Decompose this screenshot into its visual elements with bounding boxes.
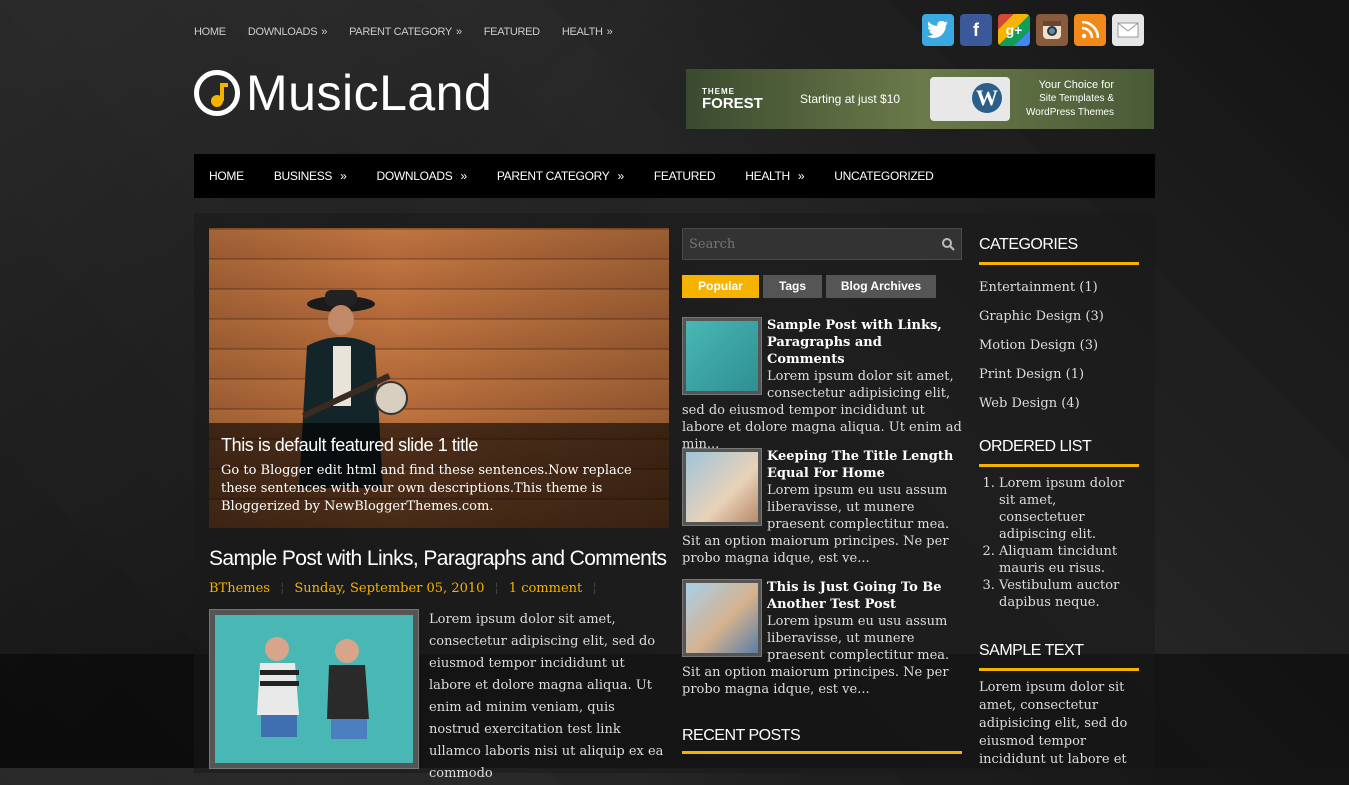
featured-slider[interactable]: This is default featured slide 1 title G…: [209, 228, 669, 528]
site-title: MusicLand: [246, 65, 493, 121]
post-excerpt: Lorem ipsum dolor sit amet, consectetur …: [429, 612, 664, 781]
list-item: Aliquam tincidunt mauris eu risus.: [999, 543, 1139, 577]
main-nav-item-home[interactable]: HOME: [209, 169, 244, 183]
post-meta: BThemes ¦ Sunday, September 05, 2010 ¦ 1…: [209, 581, 597, 596]
popular-post-item: This is Just Going To Be Another Test Po…: [682, 579, 962, 698]
top-nav-item-health[interactable]: HEALTH»: [562, 26, 613, 38]
post-thumbnail-image: [215, 615, 413, 763]
list-item: Lorem ipsum dolor sit amet, consectetuer…: [999, 475, 1139, 543]
instagram-icon[interactable]: [1036, 14, 1068, 46]
category-link[interactable]: Motion Design (3): [979, 331, 1139, 360]
search-icon[interactable]: [941, 237, 955, 251]
ordered-list-widget: ORDERED LIST Lorem ipsum dolor sit amet,…: [979, 438, 1139, 611]
banner-wordpress-graphic: W: [930, 77, 1010, 121]
main-nav-item-featured[interactable]: FEATURED: [654, 169, 716, 183]
tab-popular[interactable]: Popular: [682, 275, 759, 298]
category-link[interactable]: Print Design (1): [979, 360, 1139, 389]
category-link[interactable]: Web Design (4): [979, 389, 1139, 418]
sample-text-widget: SAMPLE TEXT Lorem ipsum dolor sit amet, …: [979, 642, 1139, 769]
post-date[interactable]: Sunday, September 05, 2010: [294, 581, 484, 596]
post-comments[interactable]: 1 comment: [509, 581, 582, 596]
banner-tagline: Starting at just $10: [800, 92, 901, 106]
rss-icon[interactable]: [1074, 14, 1106, 46]
list-item: Vestibulum auctor dapibus neque.: [999, 577, 1139, 611]
email-icon[interactable]: [1112, 14, 1144, 46]
slider-title[interactable]: This is default featured slide 1 title: [221, 435, 657, 456]
google-plus-icon[interactable]: g+: [998, 14, 1030, 46]
banner-ad[interactable]: THEME FOREST Starting at just $10 W Your …: [686, 69, 1154, 129]
post-author[interactable]: BThemes: [209, 581, 270, 596]
tab-tags[interactable]: Tags: [763, 275, 822, 298]
top-nav-item-featured[interactable]: FEATURED: [484, 26, 540, 38]
categories-widget: CATEGORIES Entertainment (1) Graphic Des…: [979, 236, 1139, 418]
banner-brand: THEME FOREST: [702, 86, 763, 112]
popular-post-thumbnail[interactable]: [682, 317, 762, 395]
banner-right-text: Your Choice for Site Templates & WordPre…: [1026, 79, 1114, 118]
recent-posts-heading: RECENT POSTS: [682, 727, 962, 754]
popular-post-item: Keeping The Title Length Equal For Home …: [682, 448, 962, 567]
popular-post-thumbnail[interactable]: [682, 448, 762, 526]
ordered-list: Lorem ipsum dolor sit amet, consectetuer…: [979, 475, 1139, 611]
slider-caption: This is default featured slide 1 title G…: [209, 423, 669, 528]
top-nav-item-parent-category[interactable]: PARENT CATEGORY»: [349, 26, 462, 38]
sample-text: Lorem ipsum dolor sit amet, consectetur …: [979, 680, 1128, 767]
main-nav-item-business[interactable]: BUSINESS»: [274, 169, 347, 183]
ordered-list-heading: ORDERED LIST: [979, 438, 1139, 467]
facebook-icon[interactable]: f: [960, 14, 992, 46]
content-panel: This is default featured slide 1 title G…: [194, 213, 1155, 781]
popular-post-thumbnail[interactable]: [682, 579, 762, 657]
search-box: [682, 228, 962, 260]
category-link[interactable]: Graphic Design (3): [979, 302, 1139, 331]
sample-text-heading: SAMPLE TEXT: [979, 642, 1139, 671]
site-logo[interactable]: MusicLand: [194, 68, 492, 118]
category-link[interactable]: Entertainment (1): [979, 273, 1139, 302]
main-nav-item-parent-category[interactable]: PARENT CATEGORY»: [497, 169, 624, 183]
top-nav-item-downloads[interactable]: DOWNLOADS»: [248, 26, 328, 38]
wordpress-icon: W: [972, 83, 1002, 113]
sidebar-tabs: Popular Tags Blog Archives: [682, 275, 936, 298]
main-nav-item-downloads[interactable]: DOWNLOADS»: [376, 169, 467, 183]
top-nav-item-home[interactable]: HOME: [194, 26, 226, 38]
social-icons: f g+: [922, 14, 1144, 46]
categories-heading: CATEGORIES: [979, 236, 1139, 265]
music-note-icon: [194, 70, 240, 116]
main-nav-item-uncategorized[interactable]: UNCATEGORIZED: [834, 169, 934, 183]
main-nav-item-health[interactable]: HEALTH»: [745, 169, 804, 183]
popular-post-item: Sample Post with Links, Paragraphs and C…: [682, 317, 962, 453]
post-thumbnail[interactable]: [209, 609, 419, 769]
tab-blog-archives[interactable]: Blog Archives: [826, 275, 936, 298]
post-title[interactable]: Sample Post with Links, Paragraphs and C…: [209, 547, 667, 571]
search-input[interactable]: [683, 229, 913, 259]
twitter-icon[interactable]: [922, 14, 954, 46]
main-nav: HOME BUSINESS» DOWNLOADS» PARENT CATEGOR…: [194, 154, 1155, 198]
top-nav: HOME DOWNLOADS» PARENT CATEGORY» FEATURE…: [194, 26, 634, 38]
slider-description: Go to Blogger edit html and find these s…: [221, 463, 632, 514]
